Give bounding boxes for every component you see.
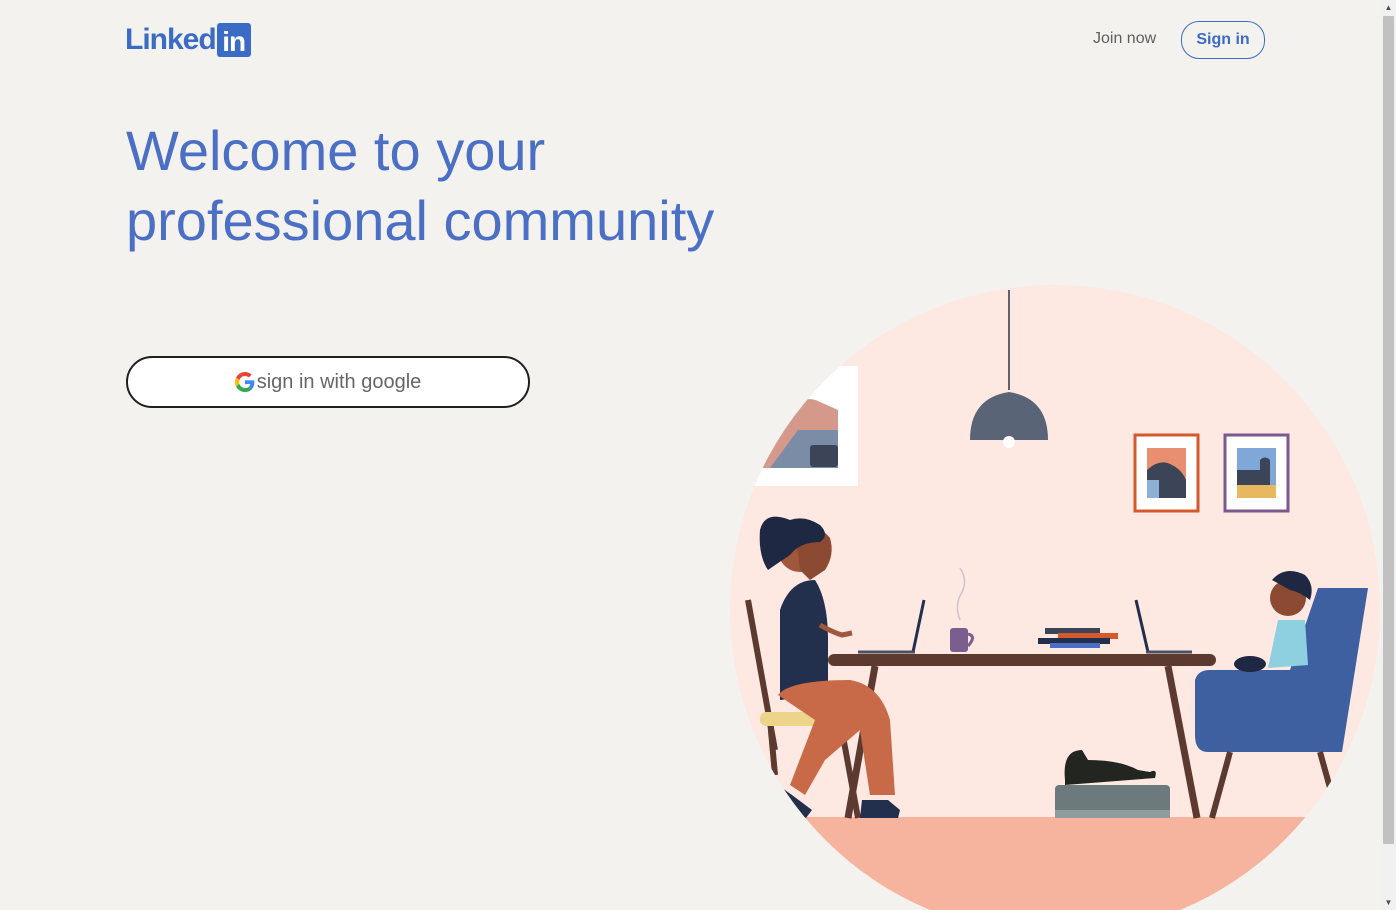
logo-wordmark: Linked	[125, 23, 217, 56]
page-scrollbar[interactable]: ▲ ▼	[1381, 0, 1396, 910]
page-headline: Welcome to your professional community	[126, 119, 715, 252]
join-now-link[interactable]: Join now	[1093, 29, 1156, 49]
logo-in-box: in	[216, 23, 251, 57]
google-icon	[234, 372, 255, 392]
page: Linked in Join now Sign in Welcome to yo…	[0, 0, 1396, 910]
hero-illustration	[730, 285, 1380, 910]
sign-in-button[interactable]: Sign in	[1181, 21, 1265, 59]
arrow-up-icon[interactable]: ▲	[1381, 0, 1396, 15]
arrow-down-icon[interactable]: ▼	[1381, 895, 1396, 910]
scroll-thumb[interactable]	[1383, 16, 1394, 844]
google-sign-in-button[interactable]: sign in with google	[126, 356, 530, 408]
google-button-label: sign in with google	[256, 370, 422, 393]
linkedin-logo[interactable]: Linked in	[125, 22, 251, 58]
